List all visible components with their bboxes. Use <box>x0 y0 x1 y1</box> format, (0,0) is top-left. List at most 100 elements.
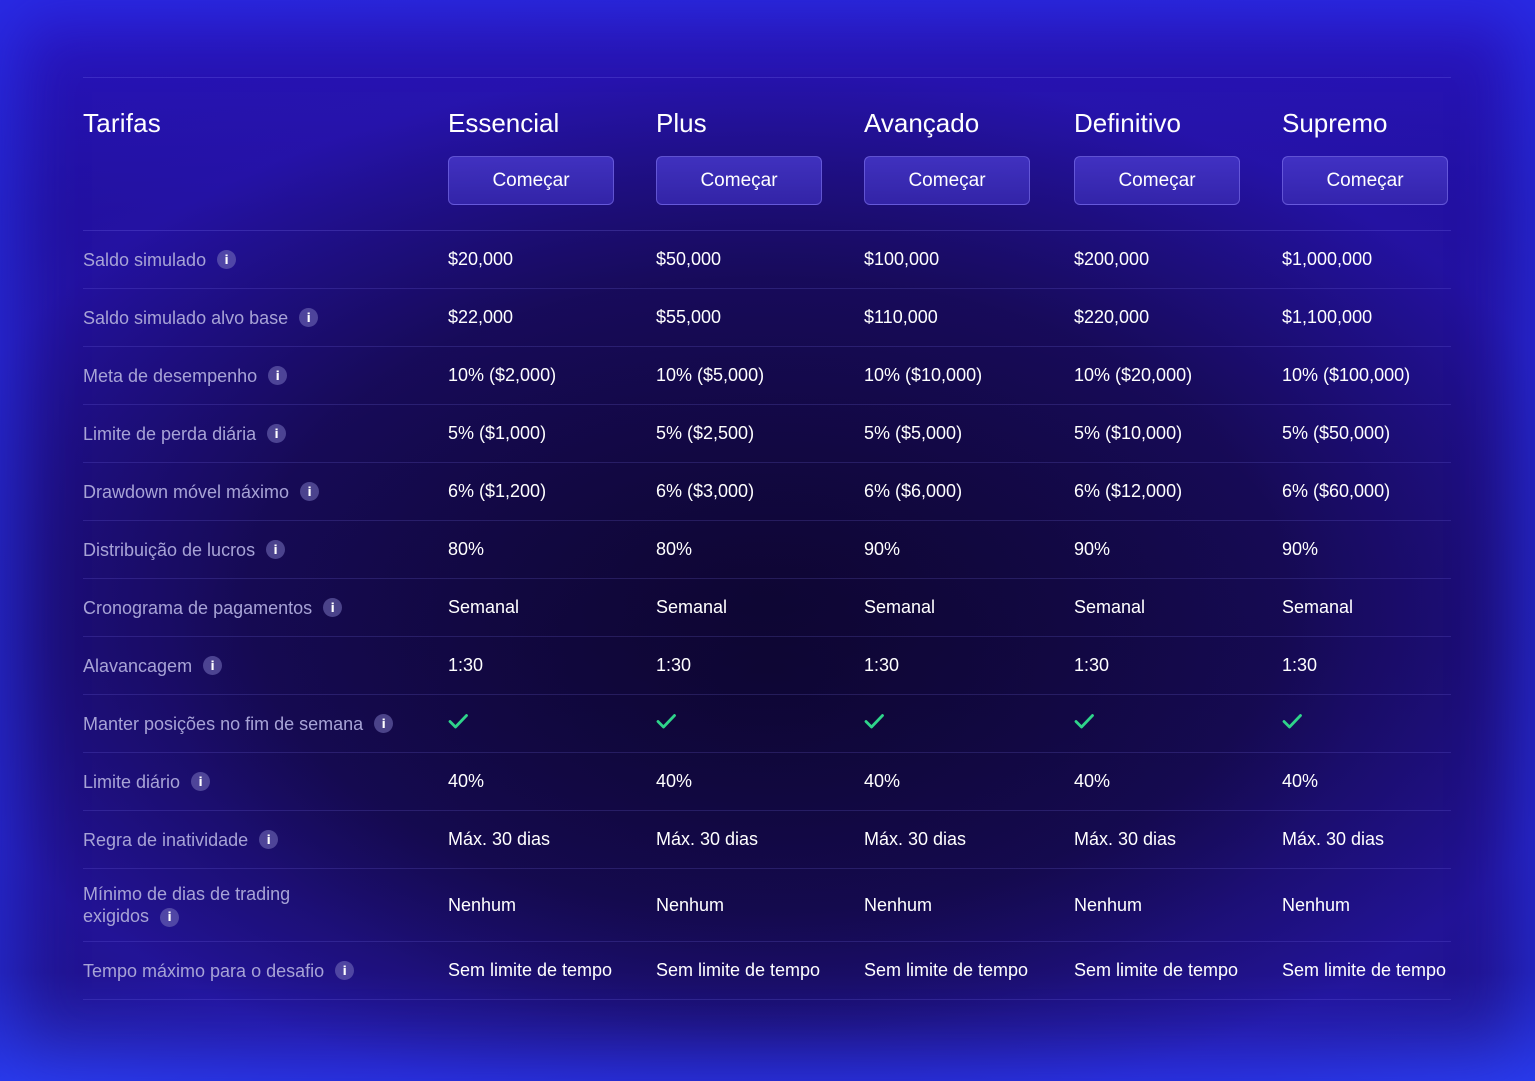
row-label-text: Regra de inatividade <box>83 829 249 850</box>
row-value: 10% ($2,000) <box>448 365 557 385</box>
info-icon[interactable]: i <box>191 772 211 791</box>
start-button-plus[interactable]: Começar <box>656 156 822 205</box>
row-label: Alavancagem i <box>83 655 448 677</box>
info-icon[interactable]: i <box>259 830 279 849</box>
check-icon <box>1074 714 1094 729</box>
row-value: $20,000 <box>448 249 514 269</box>
row-value: 6% ($60,000) <box>1282 481 1391 501</box>
row-value: $100,000 <box>864 249 940 269</box>
row-value: Máx. 30 dias <box>1074 829 1177 849</box>
table-row-minimo-de-dias-de-trading-exigidos: Mínimo de dias de trading exigidos i Nenhu… <box>83 869 1451 942</box>
row-value: Sem limite de tempo <box>1282 960 1447 980</box>
row-value: $1,100,000 <box>1282 307 1373 327</box>
row-value: 40% <box>1282 771 1319 791</box>
row-label-text: Tempo máximo para o desafio <box>83 960 325 981</box>
info-icon[interactable]: i <box>335 961 355 980</box>
check-cell <box>448 713 656 734</box>
check-cell <box>1074 713 1282 734</box>
start-button-avancado[interactable]: Começar <box>864 156 1030 205</box>
row-label-text: Limite diário <box>83 771 181 792</box>
row-value: 6% ($6,000) <box>864 481 963 501</box>
row-value: $220,000 <box>1074 307 1150 327</box>
info-icon[interactable]: i <box>203 656 223 675</box>
row-value: Máx. 30 dias <box>1282 829 1385 849</box>
info-icon[interactable]: i <box>267 424 287 443</box>
table-title: Tarifas <box>83 108 161 138</box>
table-row-tempo-maximo-para-o-desafio: Tempo máximo para o desafio i Sem limite d… <box>83 942 1451 1000</box>
check-icon <box>448 714 468 729</box>
row-value: $110,000 <box>864 307 938 327</box>
row-value: Máx. 30 dias <box>656 829 759 849</box>
row-value: Sem limite de tempo <box>656 960 821 980</box>
row-value: 80% <box>656 539 693 559</box>
row-value: $1,000,000 <box>1282 249 1373 269</box>
table-row-limite-de-perda-diaria: Limite de perda diária i 5% ($1,000) 5% ($2… <box>83 405 1451 463</box>
row-label-text: Mínimo de dias de trading exigidos <box>83 884 291 926</box>
row-value: 6% ($12,000) <box>1074 481 1183 501</box>
info-icon[interactable]: i <box>217 250 237 269</box>
row-value: $22,000 <box>448 307 514 327</box>
row-value: 90% <box>1282 539 1319 559</box>
row-label: Regra de inatividade i <box>83 829 448 851</box>
info-icon[interactable]: i <box>323 598 343 617</box>
row-value: Sem limite de tempo <box>448 960 613 980</box>
start-button-supremo[interactable]: Começar <box>1282 156 1448 205</box>
row-value: 5% ($2,500) <box>656 423 755 443</box>
row-value: 40% <box>864 771 901 791</box>
table-row-drawdown-movel-maximo: Drawdown móvel máximo i 6% ($1,200) 6% ($3,… <box>83 463 1451 521</box>
row-label: Saldo simulado i <box>83 249 448 271</box>
row-value: Nenhum <box>448 894 517 915</box>
row-label-text: Alavancagem <box>83 655 193 676</box>
plan-definitivo: Definitivo Começar <box>1074 78 1282 230</box>
row-value: Máx. 30 dias <box>864 829 967 849</box>
plan-supremo: Supremo Começar <box>1282 78 1451 230</box>
row-label: Distribuição de lucros i <box>83 539 448 561</box>
row-value: Nenhum <box>1074 894 1143 915</box>
table-row-cronograma-de-pagamentos: Cronograma de pagamentos i Semanal Semanal S… <box>83 579 1451 637</box>
info-icon[interactable]: i <box>266 540 286 559</box>
row-value: Nenhum <box>1282 894 1351 915</box>
table-row-alavancagem: Alavancagem i 1:30 1:30 1:30 1:30 1:30 <box>83 637 1451 695</box>
info-icon[interactable]: i <box>300 482 320 501</box>
row-value: Semanal <box>1074 597 1146 617</box>
info-icon[interactable]: i <box>160 907 180 927</box>
row-label: Mínimo de dias de trading exigidos i <box>83 883 343 927</box>
table-row-limite-diario: Limite diário i 40% 40% 40% 40% 40% <box>83 753 1451 811</box>
plan-name: Plus <box>656 108 707 138</box>
row-label: Saldo simulado alvo base i <box>83 307 448 329</box>
row-value: Máx. 30 dias <box>448 829 551 849</box>
row-value: 1:30 <box>1074 655 1110 675</box>
row-value: 5% ($50,000) <box>1282 423 1391 443</box>
row-value: 10% ($5,000) <box>656 365 765 385</box>
row-label: Limite diário i <box>83 771 448 793</box>
row-value: Semanal <box>864 597 936 617</box>
row-label-text: Limite de perda diária <box>83 423 257 444</box>
plan-avancado: Avançado Começar <box>864 78 1074 230</box>
table-row-distribuicao-de-lucros: Distribuição de lucros i 80% 80% 90% 90% 90% <box>83 521 1451 579</box>
start-button-definitivo[interactable]: Começar <box>1074 156 1240 205</box>
row-value: 80% <box>448 539 485 559</box>
row-value: 40% <box>656 771 693 791</box>
info-icon[interactable]: i <box>374 714 394 733</box>
row-value: 6% ($1,200) <box>448 481 547 501</box>
plan-essencial: Essencial Começar <box>448 78 656 230</box>
pricing-header: Tarifas Essencial Começar Plus Começar A… <box>83 78 1451 231</box>
start-button-essencial[interactable]: Começar <box>448 156 614 205</box>
check-icon <box>864 714 884 729</box>
row-value: $50,000 <box>656 249 722 269</box>
row-label: Tempo máximo para o desafio i <box>83 960 448 982</box>
row-label-text: Saldo simulado alvo base <box>83 307 289 328</box>
row-value: 5% ($1,000) <box>448 423 547 443</box>
row-value: 1:30 <box>864 655 900 675</box>
table-row-meta-de-desempenho: Meta de desempenho i 10% ($2,000) 10% ($5,0… <box>83 347 1451 405</box>
plan-plus: Plus Começar <box>656 78 864 230</box>
table-row-manter-posicoes-no-fim-de-semana: Manter posições no fim de semana i <box>83 695 1451 753</box>
info-icon[interactable]: i <box>299 308 319 327</box>
row-value: 10% ($100,000) <box>1282 365 1411 385</box>
row-value: Semanal <box>1282 597 1354 617</box>
plan-name: Avançado <box>864 108 980 138</box>
info-icon[interactable]: i <box>268 366 288 385</box>
check-cell <box>656 713 864 734</box>
row-label: Limite de perda diária i <box>83 423 448 445</box>
check-icon <box>1282 714 1302 729</box>
